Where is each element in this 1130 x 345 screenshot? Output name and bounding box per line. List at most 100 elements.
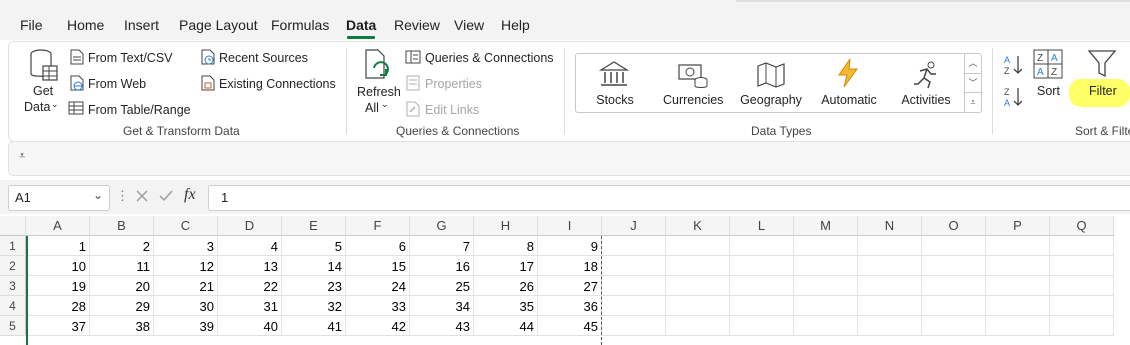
cell-n5[interactable]: [858, 316, 922, 336]
cell-o4[interactable]: [922, 296, 986, 316]
cell-g3[interactable]: 25: [410, 276, 474, 296]
gallery-more-button[interactable]: ⩡: [964, 92, 981, 112]
name-box[interactable]: A1 ⌄: [8, 185, 110, 211]
select-all-corner[interactable]: [0, 216, 26, 236]
tab-review[interactable]: Review: [394, 17, 440, 33]
cell-n2[interactable]: [858, 256, 922, 276]
cell-j1[interactable]: [602, 236, 666, 256]
cell-j4[interactable]: [602, 296, 666, 316]
cell-g4[interactable]: 34: [410, 296, 474, 316]
cell-e5[interactable]: 41: [282, 316, 346, 336]
cell-g5[interactable]: 43: [410, 316, 474, 336]
cell-j5[interactable]: [602, 316, 666, 336]
cell-o5[interactable]: [922, 316, 986, 336]
cell-p2[interactable]: [986, 256, 1050, 276]
row-header-2[interactable]: 2: [0, 256, 26, 276]
cell-h2[interactable]: 17: [474, 256, 538, 276]
column-header-j[interactable]: J: [602, 216, 666, 236]
cell-k5[interactable]: [666, 316, 730, 336]
tab-formulas[interactable]: Formulas: [271, 17, 329, 33]
column-header-g[interactable]: G: [410, 216, 474, 236]
cell-n4[interactable]: [858, 296, 922, 316]
column-header-d[interactable]: D: [218, 216, 282, 236]
cell-p1[interactable]: [986, 236, 1050, 256]
cell-b2[interactable]: 11: [90, 256, 154, 276]
cell-o3[interactable]: [922, 276, 986, 296]
cell-i1[interactable]: 9: [538, 236, 602, 256]
cell-m1[interactable]: [794, 236, 858, 256]
tab-data[interactable]: Data: [346, 17, 376, 33]
cell-g1[interactable]: 7: [410, 236, 474, 256]
column-header-l[interactable]: L: [730, 216, 794, 236]
cancel-icon[interactable]: [135, 189, 149, 203]
column-header-b[interactable]: B: [90, 216, 154, 236]
cell-c1[interactable]: 3: [154, 236, 218, 256]
cell-i5[interactable]: 45: [538, 316, 602, 336]
column-header-a[interactable]: A: [26, 216, 90, 236]
cell-f5[interactable]: 42: [346, 316, 410, 336]
cell-m2[interactable]: [794, 256, 858, 276]
column-header-c[interactable]: C: [154, 216, 218, 236]
cell-f1[interactable]: 6: [346, 236, 410, 256]
cell-b3[interactable]: 20: [90, 276, 154, 296]
cell-d2[interactable]: 13: [218, 256, 282, 276]
column-header-i[interactable]: I: [538, 216, 602, 236]
column-header-q[interactable]: Q: [1050, 216, 1114, 236]
cell-k1[interactable]: [666, 236, 730, 256]
formula-input[interactable]: 1: [208, 185, 1130, 211]
cell-n3[interactable]: [858, 276, 922, 296]
cell-h5[interactable]: 44: [474, 316, 538, 336]
cell-e4[interactable]: 32: [282, 296, 346, 316]
cell-i2[interactable]: 18: [538, 256, 602, 276]
gallery-scroll-down-button[interactable]: ﹀: [964, 73, 981, 93]
cell-i4[interactable]: 36: [538, 296, 602, 316]
cell-m3[interactable]: [794, 276, 858, 296]
cell-o1[interactable]: [922, 236, 986, 256]
more-options-icon[interactable]: ⋮: [116, 188, 129, 204]
cell-g2[interactable]: 16: [410, 256, 474, 276]
cell-f3[interactable]: 24: [346, 276, 410, 296]
cell-l3[interactable]: [730, 276, 794, 296]
tab-home[interactable]: Home: [67, 17, 104, 33]
tab-help[interactable]: Help: [501, 17, 530, 33]
row-header-3[interactable]: 3: [0, 276, 26, 296]
cell-l2[interactable]: [730, 256, 794, 276]
cell-k4[interactable]: [666, 296, 730, 316]
cell-a1[interactable]: 1: [26, 236, 90, 256]
cell-e1[interactable]: 5: [282, 236, 346, 256]
cell-q2[interactable]: [1050, 256, 1114, 276]
cell-a3[interactable]: 19: [26, 276, 90, 296]
cell-a2[interactable]: 10: [26, 256, 90, 276]
tab-file[interactable]: File: [20, 17, 43, 33]
cell-q5[interactable]: [1050, 316, 1114, 336]
cell-k2[interactable]: [666, 256, 730, 276]
column-header-p[interactable]: P: [986, 216, 1050, 236]
tab-view[interactable]: View: [454, 17, 484, 33]
cell-l1[interactable]: [730, 236, 794, 256]
tab-page-layout[interactable]: Page Layout: [179, 17, 258, 33]
cell-b1[interactable]: 2: [90, 236, 154, 256]
cell-a4[interactable]: 28: [26, 296, 90, 316]
cell-j2[interactable]: [602, 256, 666, 276]
cell-k3[interactable]: [666, 276, 730, 296]
cell-c3[interactable]: 21: [154, 276, 218, 296]
cell-q4[interactable]: [1050, 296, 1114, 316]
column-header-e[interactable]: E: [282, 216, 346, 236]
cell-d3[interactable]: 22: [218, 276, 282, 296]
cell-h3[interactable]: 26: [474, 276, 538, 296]
row-header-4[interactable]: 4: [0, 296, 26, 316]
cell-e2[interactable]: 14: [282, 256, 346, 276]
cell-i3[interactable]: 27: [538, 276, 602, 296]
cell-f4[interactable]: 33: [346, 296, 410, 316]
tab-insert[interactable]: Insert: [124, 17, 159, 33]
customize-toolbar-icon[interactable]: ⩡: [19, 150, 25, 163]
cell-m4[interactable]: [794, 296, 858, 316]
cell-l5[interactable]: [730, 316, 794, 336]
cell-d1[interactable]: 4: [218, 236, 282, 256]
cell-p3[interactable]: [986, 276, 1050, 296]
cell-p4[interactable]: [986, 296, 1050, 316]
cell-p5[interactable]: [986, 316, 1050, 336]
cell-b5[interactable]: 38: [90, 316, 154, 336]
column-header-f[interactable]: F: [346, 216, 410, 236]
cell-a5[interactable]: 37: [26, 316, 90, 336]
